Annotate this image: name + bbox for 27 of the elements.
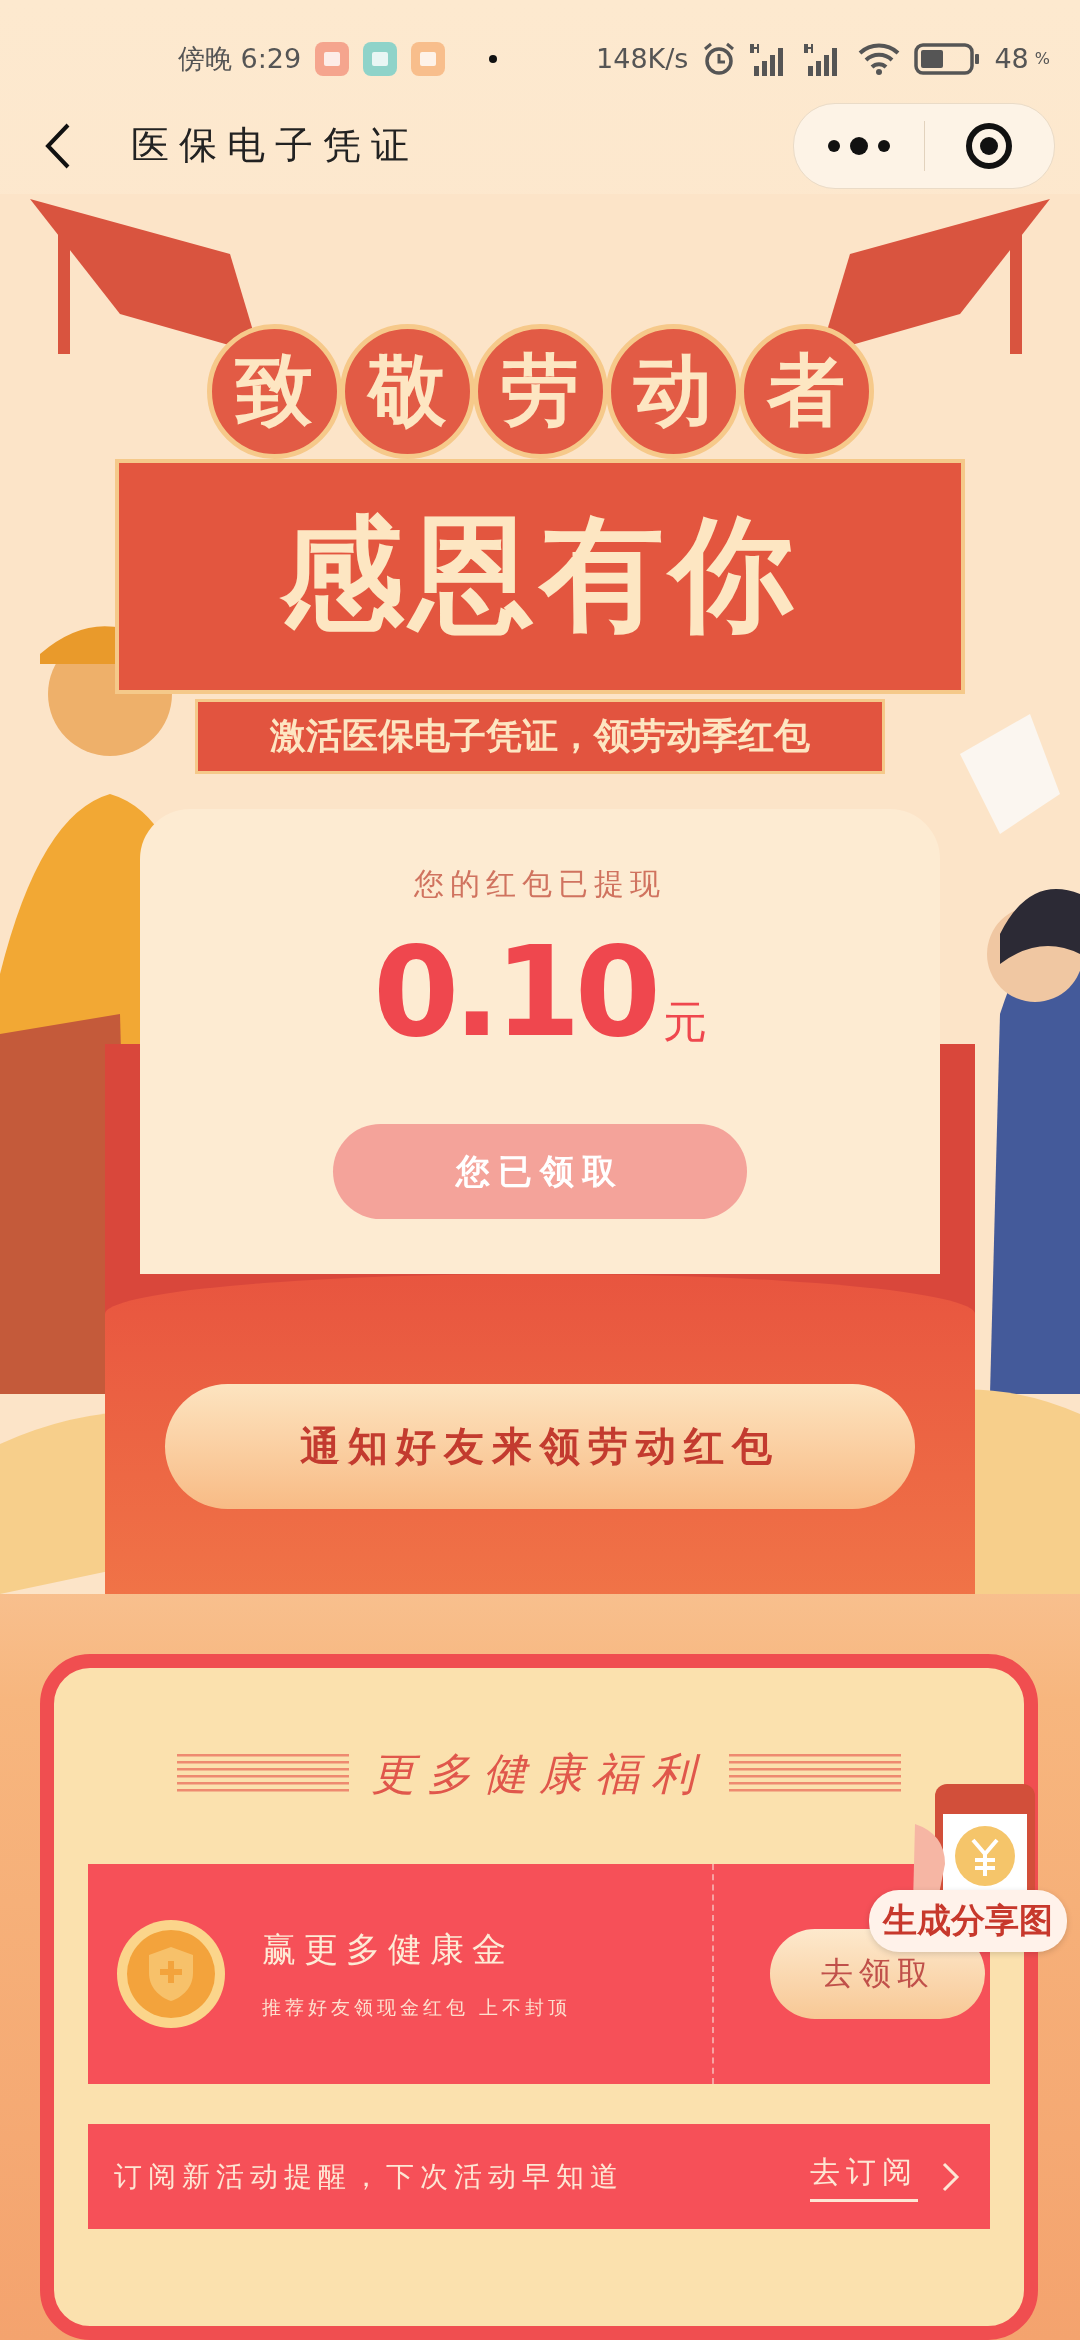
battery-percent: 48: [994, 43, 1029, 75]
currency-unit: 元: [662, 995, 707, 1050]
page-title: 医保电子凭证: [131, 122, 420, 170]
amount-value: 0.10: [373, 930, 655, 1055]
withdrawal-status: 您的红包已提现: [414, 865, 666, 904]
chevron-right-icon: [942, 2161, 960, 2192]
back-icon[interactable]: [45, 122, 71, 169]
subscribe-link[interactable]: 去订阅: [810, 2151, 918, 2202]
subscribe-text: 订阅新活动提醒，下次活动早知道: [114, 2158, 625, 2195]
section-title: 更多健康福利: [371, 1746, 707, 1801]
benefit-subtitle: 推荐好友领现金红包 上不封顶: [262, 1995, 572, 2021]
shield-coin-icon: [116, 1919, 226, 2030]
alarm-icon: [702, 41, 737, 76]
slogan-banner: 感恩有你: [115, 459, 965, 695]
benefit-title: 赢更多健康金: [262, 1928, 515, 1972]
network-speed: 148K/s: [596, 43, 689, 75]
ribbon-text: 激活医保电子凭证，领劳动季红包: [195, 699, 885, 775]
notification-icon: [411, 41, 446, 76]
notify-friends-button[interactable]: 通知好友来领劳动红包: [165, 1384, 915, 1510]
notification-icon: [363, 41, 398, 76]
notification-icon: [315, 41, 350, 76]
percent-sign: %: [1034, 49, 1050, 69]
battery-icon: [914, 42, 981, 75]
clock-time: 傍晚 6:29: [178, 41, 302, 76]
target-icon: [964, 120, 1015, 171]
notification-dot-icon: [489, 54, 498, 63]
wifi-icon: [858, 42, 901, 75]
